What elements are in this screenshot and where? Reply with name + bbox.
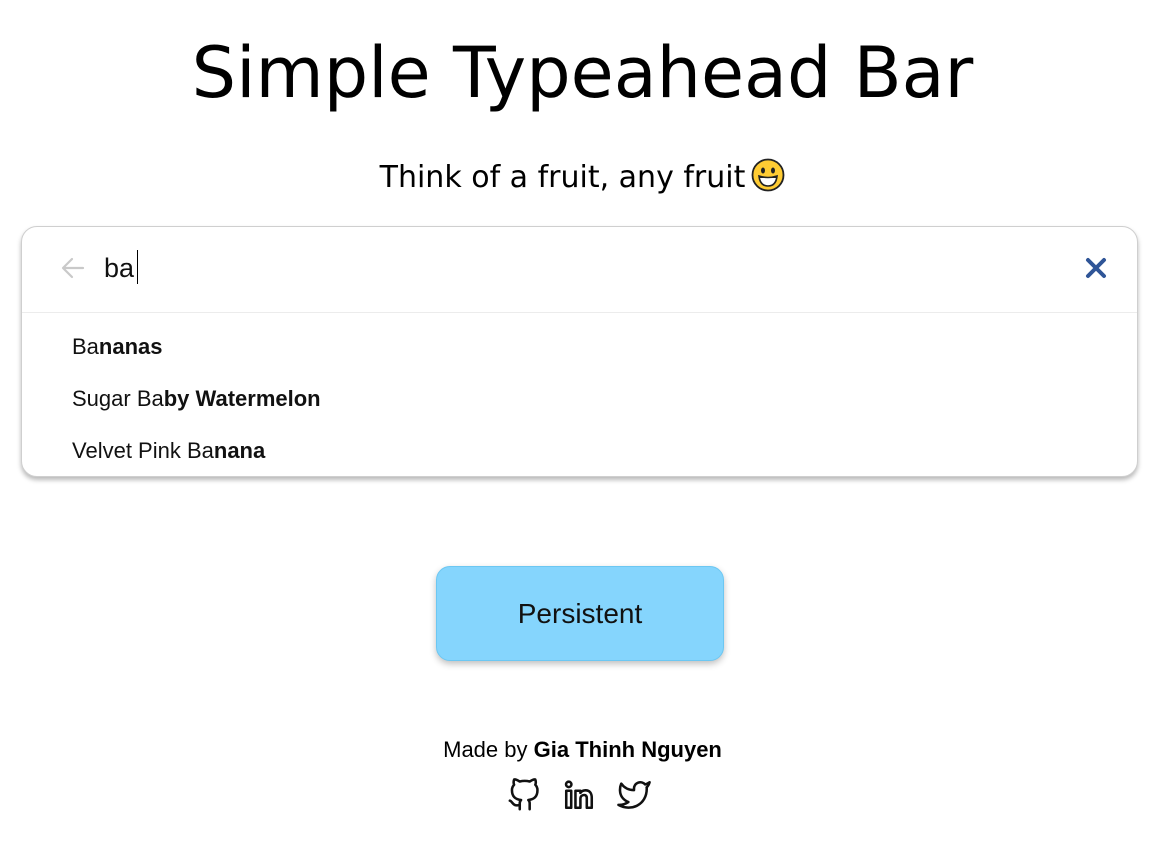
suggestion-item-bananas[interactable]: Bananas — [22, 327, 1137, 379]
github-link[interactable] — [507, 778, 541, 812]
suggestion-match-text: Ba — [72, 334, 99, 359]
suggestion-match-text: Velvet Pink Ba — [72, 438, 214, 463]
suggestion-item-sugar-baby-watermelon[interactable]: Sugar Baby Watermelon — [22, 379, 1137, 431]
subtitle-text: Think of a fruit, any fruit — [379, 160, 746, 195]
suggestion-rest-text: by Watermelon — [163, 386, 321, 411]
github-icon — [508, 778, 539, 811]
author-name: Gia Thinh Nguyen — [533, 737, 722, 762]
footer-credit: Made by Gia Thinh Nguyen — [0, 732, 1165, 768]
persistent-button[interactable]: Persistent — [436, 566, 724, 661]
search-input[interactable] — [104, 247, 1064, 289]
twitter-icon — [617, 780, 651, 809]
suggestion-rest-text: nana — [213, 438, 266, 463]
suggestion-match-text: Sugar Ba — [72, 386, 164, 411]
search-row — [22, 227, 1137, 313]
twitter-link[interactable] — [617, 778, 651, 812]
footer-prefix: Made by — [443, 737, 528, 762]
suggestion-rest-text: nanas — [98, 334, 163, 359]
text-caret — [137, 250, 138, 284]
linkedin-icon — [564, 780, 594, 810]
social-links — [507, 778, 657, 814]
page-subtitle: Think of a fruit, any fruit — [0, 156, 1165, 200]
grinning-face-emoji-icon — [751, 158, 785, 192]
page-title: Simple Typeahead Bar — [191, 32, 974, 114]
suggestion-item-velvet-pink-banana[interactable]: Velvet Pink Banana — [22, 431, 1137, 483]
close-icon[interactable] — [1082, 254, 1110, 282]
arrow-left-icon[interactable] — [59, 254, 87, 282]
suggestion-list: Bananas Sugar Baby Watermelon Velvet Pin… — [22, 327, 1137, 483]
typeahead-search-box: Bananas Sugar Baby Watermelon Velvet Pin… — [21, 226, 1138, 477]
page: Simple Typeahead Bar Think of a fruit, a… — [0, 0, 1165, 851]
linkedin-link[interactable] — [562, 778, 596, 812]
